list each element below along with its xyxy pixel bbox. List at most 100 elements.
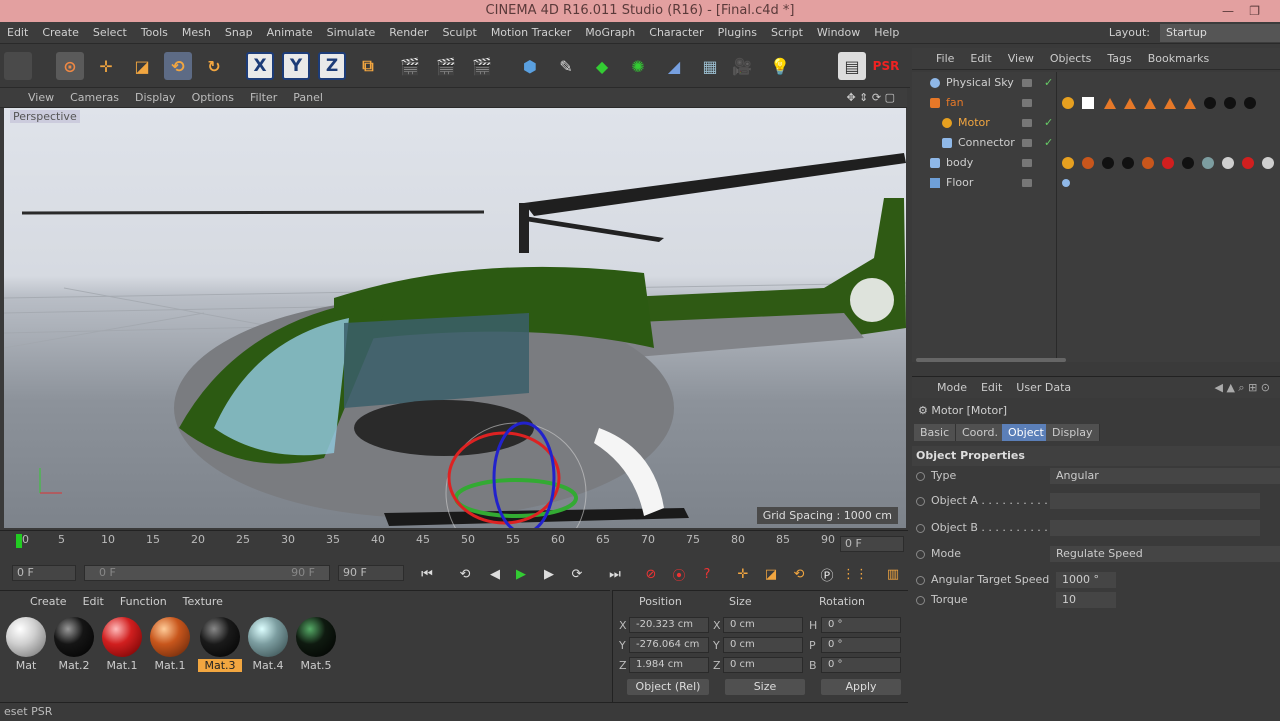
size-x-field[interactable]: 0 cm [723, 617, 803, 633]
object-row[interactable]: body [912, 153, 1280, 173]
tab-coord[interactable]: Coord. [956, 424, 1005, 441]
go-to-start-icon[interactable]: ⏮ [416, 564, 438, 584]
material-swatch[interactable]: Mat [4, 615, 48, 673]
object-row[interactable]: fan [912, 93, 1280, 113]
key-scale-icon[interactable]: ◪ [760, 564, 782, 584]
animate-dot-icon[interactable] [916, 595, 925, 605]
animate-dot-icon[interactable] [916, 496, 925, 506]
next-frame-icon[interactable]: ▶ [538, 564, 560, 584]
phong-tag-icon[interactable] [1144, 98, 1156, 109]
object-a-link-field[interactable] [1050, 493, 1260, 509]
layer-flag[interactable] [1022, 119, 1032, 127]
tag-icon[interactable] [1062, 157, 1074, 169]
am-menu-user-data[interactable]: User Data [1009, 377, 1078, 399]
texture-tag-icon[interactable] [1082, 97, 1094, 109]
material-swatch[interactable]: Mat.2 [52, 615, 96, 673]
material-swatch[interactable]: Mat.4 [246, 615, 290, 673]
prop-object-b[interactable]: Object B . . . . . . . . . . . . [916, 518, 1280, 538]
menu-script[interactable]: Script [764, 22, 810, 44]
object-row[interactable]: Physical Sky ✓ [912, 73, 1280, 93]
tag-icon[interactable] [1062, 97, 1074, 109]
layer-flag[interactable] [1022, 139, 1032, 147]
psr-button[interactable]: PSR [872, 52, 900, 80]
pos-x-field[interactable]: -20.323 cm [629, 617, 709, 633]
torque-field[interactable]: 10 [1056, 592, 1116, 608]
render-view-icon[interactable]: 🎬 [396, 52, 424, 80]
tab-display[interactable]: Display [1046, 424, 1100, 441]
material-tag-icon[interactable] [1204, 97, 1216, 109]
material-swatch-selected[interactable]: Mat.3 [198, 615, 242, 673]
layer-flag[interactable] [1022, 159, 1032, 167]
viewport-perspective[interactable]: Perspective Grid Spacing : 1000 cm [4, 108, 906, 528]
menu-render[interactable]: Render [382, 22, 435, 44]
camera-icon[interactable]: 🎥 [728, 52, 756, 80]
vp-menu-filter[interactable]: Filter [242, 88, 285, 108]
menu-snap[interactable]: Snap [218, 22, 260, 44]
layout-select[interactable]: Startup [1160, 24, 1280, 42]
material-tag-icon[interactable] [1182, 157, 1194, 169]
record-active-icon[interactable]: ⊘ [640, 564, 662, 584]
render-picture-viewer-icon[interactable]: 🎬 [432, 52, 460, 80]
animate-dot-icon[interactable] [916, 575, 925, 585]
object-row[interactable]: Connector ✓ [912, 133, 1280, 153]
material-tag-icon[interactable] [1262, 157, 1274, 169]
layer-flag[interactable] [1022, 99, 1032, 107]
floor-icon[interactable]: ▦ [696, 52, 724, 80]
rotate-icon[interactable]: ⟲ [164, 52, 192, 80]
material-tag-icon[interactable] [1102, 157, 1114, 169]
x-axis-button[interactable]: X [246, 52, 274, 80]
material-tag-icon[interactable] [1224, 97, 1236, 109]
minimize-icon[interactable]: — [1222, 0, 1234, 22]
spline-pen-icon[interactable]: ✎ [552, 52, 580, 80]
menu-simulate[interactable]: Simulate [320, 22, 383, 44]
scale-icon[interactable]: ◪ [128, 52, 156, 80]
pos-z-field[interactable]: 1.984 cm [629, 657, 709, 673]
phong-tag-icon[interactable] [1104, 98, 1116, 109]
prop-torque[interactable]: Torque 10 [916, 590, 1280, 610]
current-frame-field[interactable]: 0 F [840, 536, 904, 552]
key-parameter-icon[interactable]: Ⓟ [816, 564, 838, 584]
menu-window[interactable]: Window [810, 22, 867, 44]
angular-target-speed-field[interactable]: 1000 ° [1056, 572, 1116, 588]
menu-help[interactable]: Help [867, 22, 906, 44]
move-icon[interactable]: ✛ [92, 52, 120, 80]
material-tag-icon[interactable] [1222, 157, 1234, 169]
cloner-icon[interactable]: ✺ [624, 52, 652, 80]
deformer-icon[interactable]: ◢ [660, 52, 688, 80]
vp-menu-options[interactable]: Options [184, 88, 242, 108]
phong-tag-icon[interactable] [1184, 98, 1196, 109]
vp-menu-display[interactable]: Display [127, 88, 184, 108]
mat-menu-texture[interactable]: Texture [175, 591, 231, 613]
apply-button[interactable]: Apply [821, 679, 901, 695]
start-frame-field[interactable]: 0 F [12, 565, 76, 581]
tag-icon[interactable] [1062, 179, 1070, 187]
horizontal-scrollbar[interactable] [916, 358, 1066, 362]
phong-tag-icon[interactable] [1124, 98, 1136, 109]
prop-object-a[interactable]: Object A . . . . . . . . . . . . [916, 491, 1280, 511]
type-select[interactable]: Angular [1050, 468, 1280, 484]
om-menu-bookmarks[interactable]: Bookmarks [1140, 48, 1217, 70]
rot-p-field[interactable]: 0 ° [821, 637, 901, 653]
rot-b-field[interactable]: 0 ° [821, 657, 901, 673]
mode-select[interactable]: Regulate Speed [1050, 546, 1280, 562]
material-tag-icon[interactable] [1202, 157, 1214, 169]
material-swatch[interactable]: Mat.1 [148, 615, 192, 673]
y-axis-button[interactable]: Y [282, 52, 310, 80]
key-rotation-icon[interactable]: ⟲ [788, 564, 810, 584]
vp-menu-cameras[interactable]: Cameras [62, 88, 127, 108]
layer-flag[interactable] [1022, 179, 1032, 187]
tab-basic[interactable]: Basic [914, 424, 957, 441]
object-row[interactable]: Floor [912, 173, 1280, 193]
maximize-icon[interactable]: ❐ [1249, 0, 1260, 22]
om-menu-edit[interactable]: Edit [962, 48, 999, 70]
material-swatch[interactable]: Mat.5 [294, 615, 338, 673]
subdivision-icon[interactable]: ◆ [588, 52, 616, 80]
frame-range-slider[interactable]: 0 F 90 F [84, 565, 330, 581]
material-tag-icon[interactable] [1142, 157, 1154, 169]
animate-dot-icon[interactable] [916, 471, 925, 481]
render-settings-icon[interactable]: 🎬 [468, 52, 496, 80]
timeline-ruler[interactable]: 0 5 10 15 20 25 30 35 40 45 50 55 60 65 … [0, 530, 908, 560]
enabled-check-icon[interactable]: ✓ [1044, 73, 1053, 93]
undo-icon[interactable] [4, 52, 32, 80]
material-tag-icon[interactable] [1082, 157, 1094, 169]
